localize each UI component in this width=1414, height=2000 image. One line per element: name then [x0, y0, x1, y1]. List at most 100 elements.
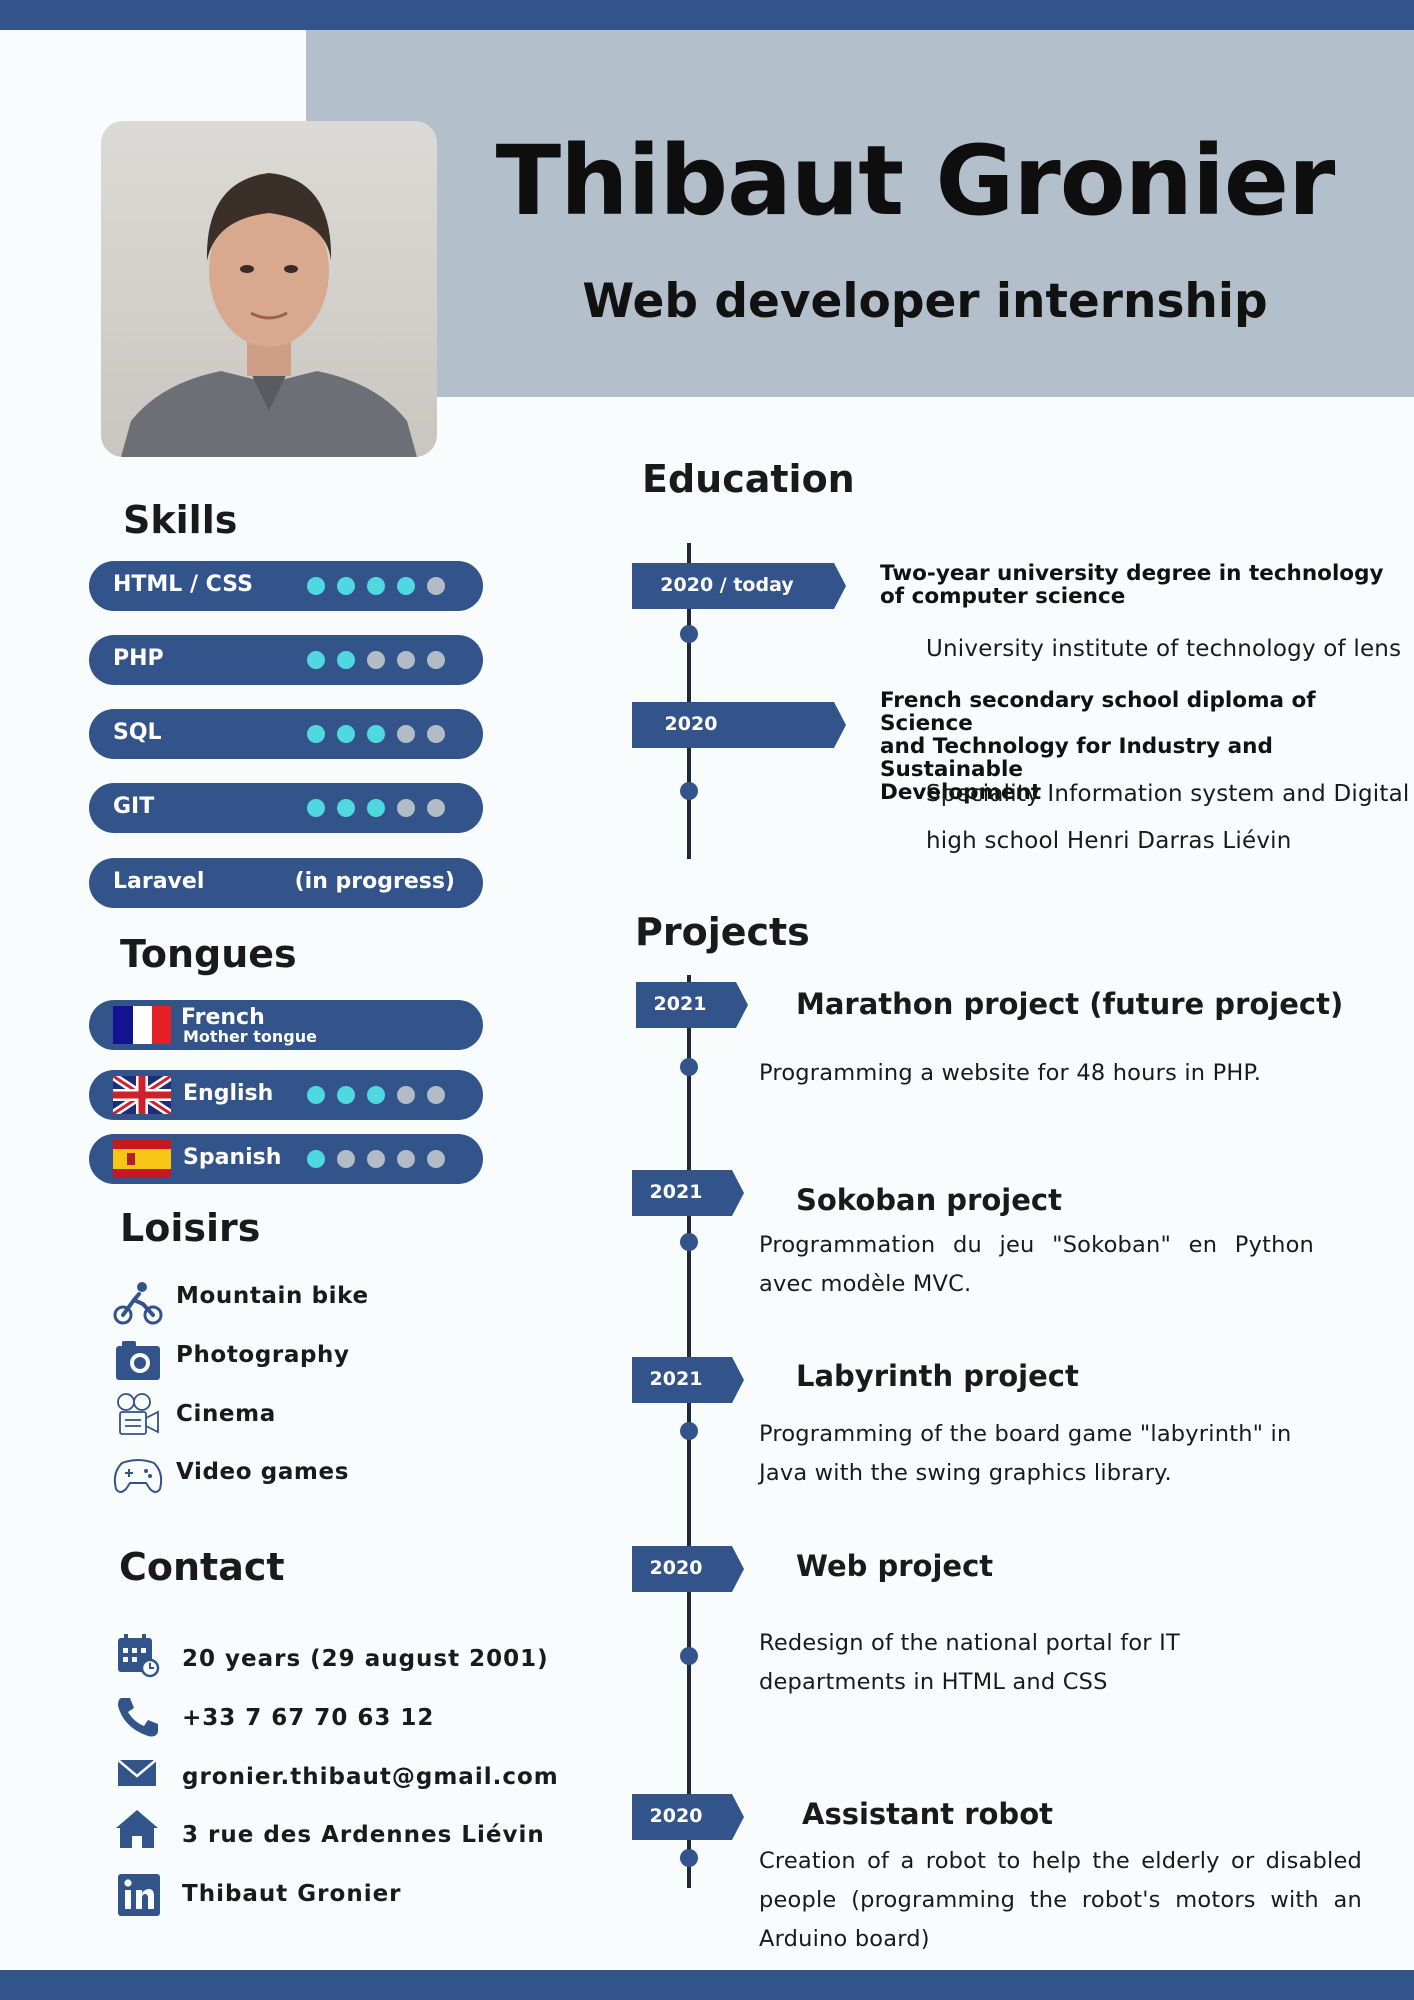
bottom-accent-bar	[0, 1970, 1414, 2000]
level-dot-empty	[427, 577, 445, 595]
timeline-dot	[680, 1233, 698, 1251]
date-label: 2020 / today	[660, 574, 794, 596]
level-dot-filled	[307, 1150, 325, 1168]
skill-pill: HTML / CSS	[89, 561, 483, 611]
project-description: Creation of a robot to help the elderly …	[759, 1848, 1362, 1952]
level-dot-empty	[337, 1150, 355, 1168]
language-name: English	[183, 1081, 274, 1106]
education-institution: University institute of technology of le…	[926, 636, 1402, 662]
date-badge: 2021	[636, 982, 748, 1028]
level-dot-filled	[337, 1086, 355, 1104]
job-title: Web developer internship	[582, 274, 1268, 329]
project-title: Sokoban project	[796, 1183, 1062, 1217]
hobby-label: Photography	[176, 1342, 350, 1368]
education-speciality: Speciality Information system and Digita…	[926, 781, 1410, 807]
level-dot-filled	[367, 1086, 385, 1104]
level-dot-filled	[337, 651, 355, 669]
education-degree: Two-year university degree in technology…	[880, 562, 1384, 608]
level-dot-filled	[307, 725, 325, 743]
date-label: 2021	[649, 1181, 703, 1203]
level-dot-filled	[397, 577, 415, 595]
level-dot-filled	[307, 651, 325, 669]
level-dot-filled	[337, 725, 355, 743]
home-icon	[116, 1810, 158, 1848]
date-label: 2021	[649, 1368, 703, 1390]
level-dot-filled	[307, 577, 325, 595]
skill-pill: Laravel (in progress)	[89, 858, 483, 908]
top-accent-bar	[0, 0, 1414, 30]
date-badge: 2020	[632, 1546, 744, 1592]
spain-flag-icon	[113, 1140, 171, 1178]
degree-line: French secondary school diploma of Scien…	[880, 688, 1316, 736]
level-dot-empty	[427, 1150, 445, 1168]
project-description: Programming a website for 48 hours in PH…	[759, 1060, 1262, 1086]
level-dot-empty	[427, 799, 445, 817]
date-badge: 2021	[632, 1170, 744, 1216]
level-dot-empty	[367, 1150, 385, 1168]
language-name: Spanish	[183, 1145, 282, 1170]
mountain-bike-icon	[113, 1282, 163, 1325]
project-title: Web project	[796, 1549, 994, 1583]
level-dot-empty	[427, 725, 445, 743]
level-dot-empty	[397, 799, 415, 817]
language-pill: Spanish	[89, 1134, 483, 1184]
level-dot-filled	[367, 799, 385, 817]
project-title: Assistant robot	[802, 1797, 1053, 1831]
language-pill: English	[89, 1070, 483, 1120]
timeline-dot	[680, 1647, 698, 1665]
skill-pill: PHP	[89, 635, 483, 685]
timeline-dot	[680, 1422, 698, 1440]
calendar-icon	[118, 1634, 160, 1678]
skill-level-dots	[307, 651, 445, 669]
contact-linkedin[interactable]: Thibaut Gronier	[182, 1881, 402, 1907]
level-dot-empty	[367, 651, 385, 669]
project-description: Programming of the board game "labyrinth…	[759, 1421, 1292, 1486]
phone-icon	[118, 1698, 158, 1737]
hobbies-title: Loisirs	[120, 1206, 261, 1250]
contact-phone[interactable]: +33 7 67 70 63 12	[182, 1705, 434, 1731]
level-dot-empty	[397, 1086, 415, 1104]
timeline-dot	[680, 1849, 698, 1867]
level-dot-filled	[307, 799, 325, 817]
level-dot-filled	[367, 577, 385, 595]
contact-title: Contact	[119, 1545, 285, 1589]
degree-line: Two-year university degree in technology	[880, 561, 1384, 586]
skill-level-dots	[307, 725, 445, 743]
language-note: Mother tongue	[183, 1027, 317, 1046]
uk-flag-icon	[113, 1076, 171, 1114]
contact-birthdate: 20 years (29 august 2001)	[182, 1646, 549, 1672]
level-dot-empty	[397, 1150, 415, 1168]
date-label: 2020	[664, 713, 718, 735]
contact-address: 3 rue des Ardennes Liévin	[182, 1822, 545, 1848]
skills-title: Skills	[123, 498, 238, 542]
project-description: Redesign of the national portal for IT d…	[759, 1630, 1180, 1695]
person-name: Thibaut Gronier	[495, 125, 1336, 237]
language-level-dots	[307, 1086, 445, 1104]
level-dot-filled	[307, 1086, 325, 1104]
language-pill: French Mother tongue	[89, 1000, 483, 1050]
contact-email[interactable]: gronier.thibaut@gmail.com	[182, 1764, 559, 1790]
project-description: Programmation du jeu "Sokoban" en Python…	[759, 1232, 1314, 1297]
hobby-label: Cinema	[176, 1401, 276, 1427]
level-dot-empty	[427, 1086, 445, 1104]
projects-title: Projects	[635, 910, 810, 954]
hobby-label: Video games	[176, 1459, 349, 1485]
language-level-dots	[307, 1150, 445, 1168]
cinema-projector-icon	[117, 1393, 159, 1435]
skill-level-dots	[307, 799, 445, 817]
skill-pill: GIT	[89, 783, 483, 833]
france-flag-icon	[113, 1006, 171, 1044]
level-dot-empty	[397, 725, 415, 743]
degree-line: of computer science	[880, 584, 1126, 609]
level-dot-filled	[337, 799, 355, 817]
date-label: 2020	[649, 1557, 703, 1579]
linkedin-icon	[118, 1874, 160, 1916]
skill-label: Laravel	[113, 869, 205, 894]
project-title: Marathon project (future project)	[796, 987, 1344, 1021]
tongues-title: Tongues	[120, 932, 297, 976]
skill-label: SQL	[113, 720, 162, 745]
skill-level-dots	[307, 577, 445, 595]
timeline-dot	[680, 1058, 698, 1076]
date-badge: 2021	[632, 1357, 744, 1403]
education-title: Education	[642, 457, 855, 501]
